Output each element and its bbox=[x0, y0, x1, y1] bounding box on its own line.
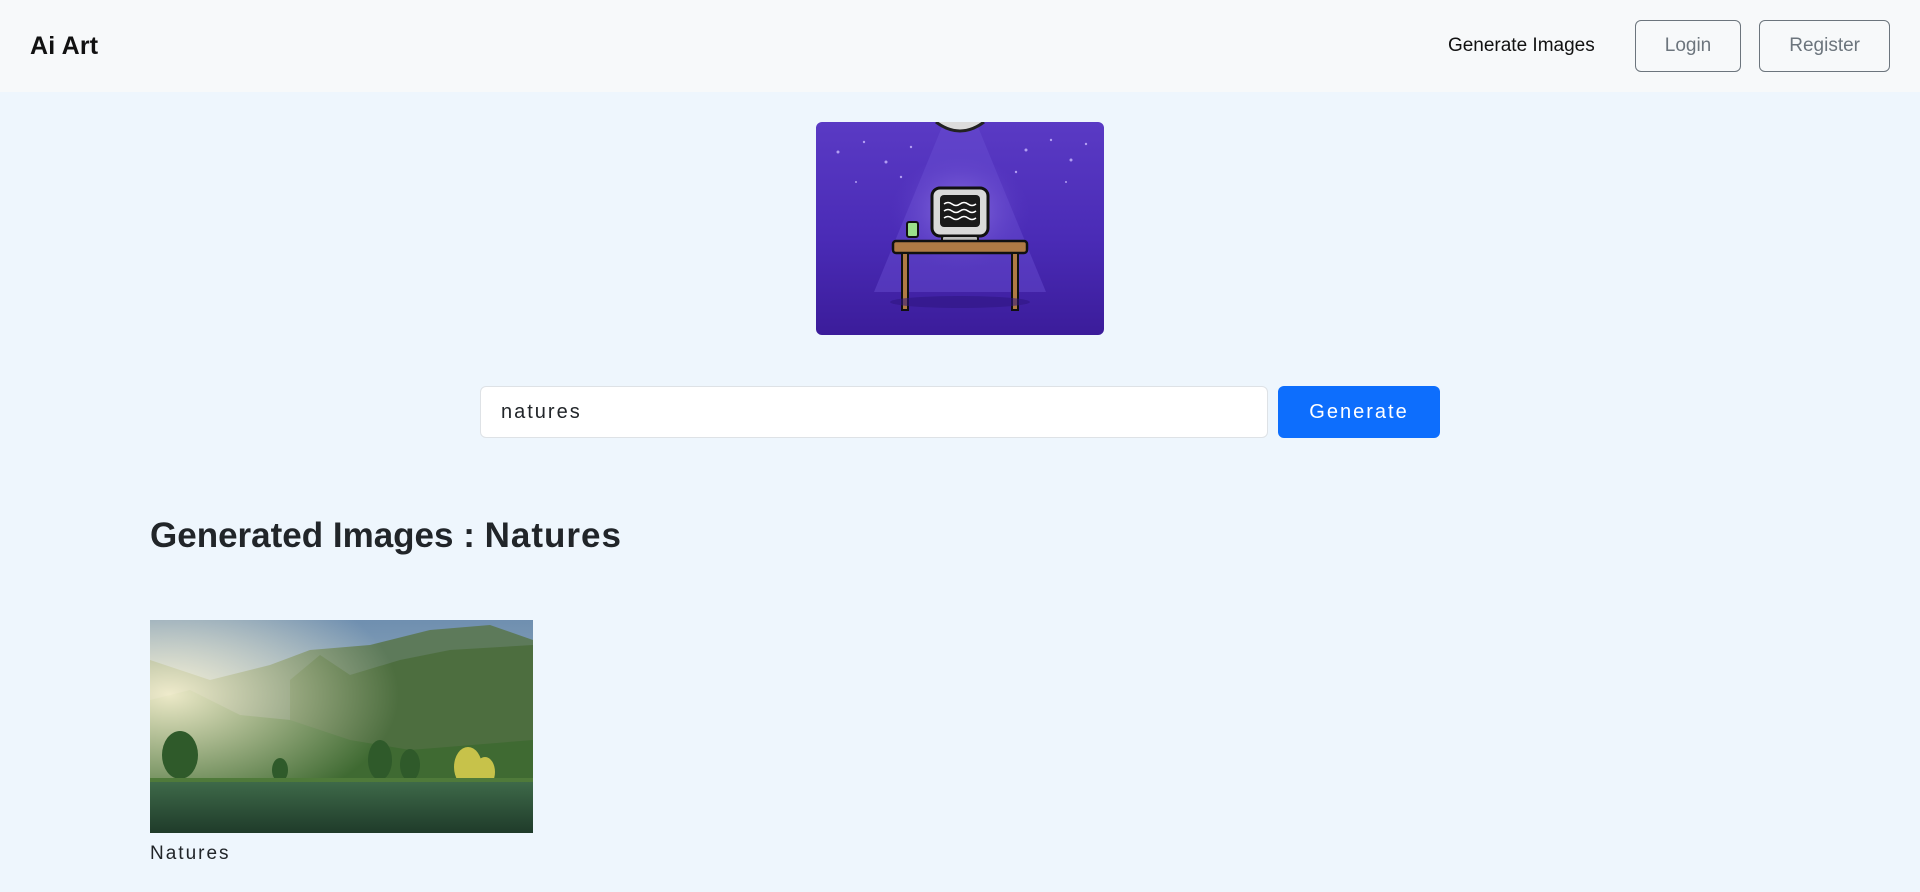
prompt-input[interactable] bbox=[480, 386, 1268, 438]
register-button[interactable]: Register bbox=[1759, 20, 1890, 72]
nav-right: Generate Images Login Register bbox=[1448, 20, 1890, 72]
brand-logo[interactable]: Ai Art bbox=[30, 32, 98, 61]
hero-image bbox=[816, 122, 1104, 335]
result-caption: Natures bbox=[150, 843, 231, 864]
results-heading: Generated Images : Natures bbox=[150, 516, 622, 556]
prompt-form: Generate bbox=[480, 386, 1440, 438]
result-card[interactable]: Natures bbox=[150, 620, 533, 865]
login-button[interactable]: Login bbox=[1634, 20, 1742, 72]
generate-button[interactable]: Generate bbox=[1278, 386, 1440, 438]
navbar: Ai Art Generate Images Login Register bbox=[0, 0, 1920, 92]
nav-link-generate-images[interactable]: Generate Images bbox=[1448, 35, 1595, 57]
result-image[interactable] bbox=[150, 620, 533, 833]
results-heading-prefix: Generated Images : bbox=[150, 516, 485, 555]
results-heading-query: Natures bbox=[484, 516, 622, 555]
